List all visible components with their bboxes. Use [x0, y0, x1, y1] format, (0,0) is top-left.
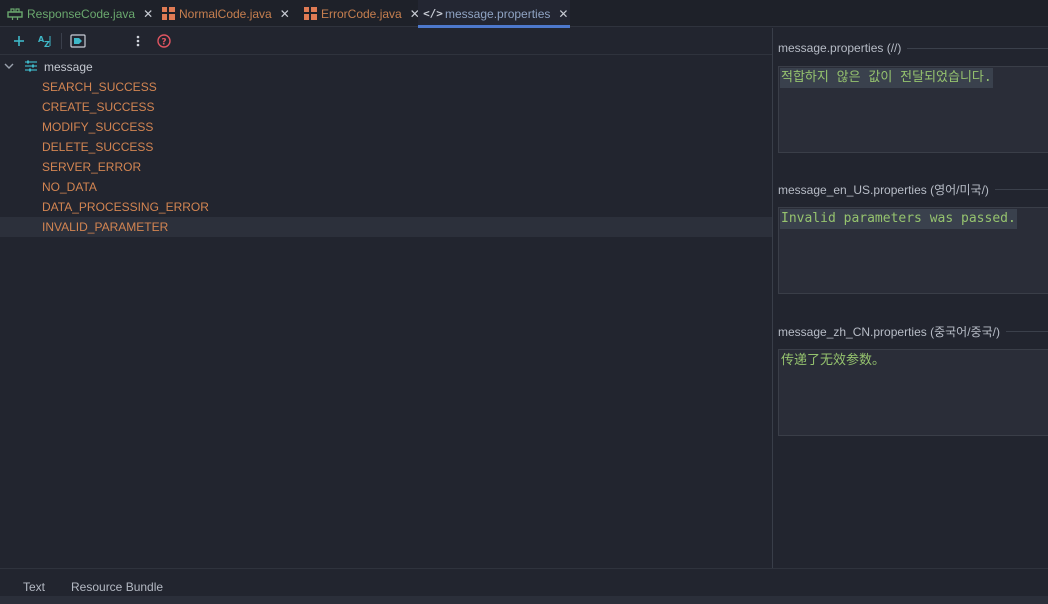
locale-header-label: message_zh_CN.properties (중국어/중국/): [778, 324, 1000, 339]
locale-value-text[interactable]: 传递了无效参数。: [780, 351, 886, 371]
bundle-toolbar: AZ ?: [0, 28, 772, 55]
property-key-tree: message SEARCH_SUCCESS CREATE_SUCCESS MO…: [0, 55, 772, 237]
locale-default: message.properties (//) 적합하지 않은 값이 전달되었습…: [778, 40, 1048, 153]
pane-divider[interactable]: [772, 28, 773, 568]
tree-item-delete-success[interactable]: DELETE_SUCCESS: [0, 137, 772, 157]
divider: [1005, 330, 1048, 332]
enum-class-icon: [7, 7, 23, 21]
locale-header: message.properties (//): [778, 40, 1048, 56]
toolbar-separator: [61, 33, 62, 49]
help-icon[interactable]: ?: [151, 30, 177, 52]
class-icon: [304, 7, 317, 21]
sort-alpha-icon[interactable]: AZ: [32, 30, 58, 52]
locale-header-label: message.properties (//): [778, 41, 902, 55]
locale-header: message_en_US.properties (영어/미국/): [778, 181, 1048, 197]
tree-item-server-error[interactable]: SERVER_ERROR: [0, 157, 772, 177]
locale-value-text[interactable]: Invalid parameters was passed.: [780, 209, 1017, 229]
tree-item-search-success[interactable]: SEARCH_SUCCESS: [0, 77, 772, 97]
tree-root-label: message: [44, 60, 93, 74]
divider: [907, 47, 1048, 49]
svg-text:?: ?: [161, 38, 166, 48]
locale-values-pane: message.properties (//) 적합하지 않은 값이 전달되었습…: [778, 28, 1048, 568]
editor-bottom-tabs: Text Resource Bundle: [0, 568, 1048, 604]
bookmark-tag-icon[interactable]: [65, 30, 91, 52]
tab-responsecode[interactable]: ResponseCode.java ✕: [0, 0, 153, 27]
tab-label: message.properties: [445, 6, 551, 21]
status-strip: [0, 596, 1048, 604]
divider: [994, 188, 1048, 190]
locale-en-us: message_en_US.properties (영어/미국/) Invali…: [778, 181, 1048, 294]
locale-value-editor[interactable]: 传递了无效参数。: [778, 349, 1048, 436]
tree-item-no-data[interactable]: NO_DATA: [0, 177, 772, 197]
editor-tab-bar: ResponseCode.java ✕ NormalCode.java ✕ Er…: [0, 0, 1048, 28]
close-icon[interactable]: ✕: [280, 8, 290, 20]
resource-bundle-icon: [24, 60, 40, 75]
tree-root-message[interactable]: message: [0, 57, 772, 77]
tree-item-invalid-parameter[interactable]: INVALID_PARAMETER: [0, 217, 772, 237]
tab-label: NormalCode.java: [179, 6, 272, 21]
tree-item-data-processing-error[interactable]: DATA_PROCESSING_ERROR: [0, 197, 772, 217]
tab-errorcode[interactable]: ErrorCode.java ✕: [292, 0, 420, 27]
locale-zh-cn: message_zh_CN.properties (중국어/중국/) 传递了无效…: [778, 323, 1048, 436]
tab-label: ResponseCode.java: [27, 6, 136, 21]
tab-label: ErrorCode.java: [321, 6, 402, 21]
chevron-down-icon[interactable]: [4, 62, 18, 73]
add-icon[interactable]: [6, 30, 32, 52]
resource-key-pane: AZ ? message SEARCH_SUCCESS CREATE_SUCCE…: [0, 28, 772, 568]
svg-text:Z: Z: [44, 40, 50, 48]
locale-header: message_zh_CN.properties (중국어/중국/): [778, 323, 1048, 339]
locale-value-editor[interactable]: Invalid parameters was passed.: [778, 207, 1048, 294]
code-tag-icon: </>: [423, 7, 443, 20]
locale-value-editor[interactable]: 적합하지 않은 값이 전달되었습니다.: [778, 66, 1048, 153]
locale-value-text[interactable]: 적합하지 않은 값이 전달되었습니다.: [780, 68, 993, 88]
tree-item-create-success[interactable]: CREATE_SUCCESS: [0, 97, 772, 117]
tree-item-modify-success[interactable]: MODIFY_SUCCESS: [0, 117, 772, 137]
tab-normalcode[interactable]: NormalCode.java ✕: [150, 0, 292, 27]
tab-message-properties[interactable]: </> message.properties ✕: [418, 0, 570, 28]
locale-header-label: message_en_US.properties (영어/미국/): [778, 182, 989, 197]
close-icon[interactable]: ✕: [558, 8, 568, 20]
more-vertical-icon[interactable]: [125, 30, 151, 52]
class-icon: [162, 7, 175, 21]
